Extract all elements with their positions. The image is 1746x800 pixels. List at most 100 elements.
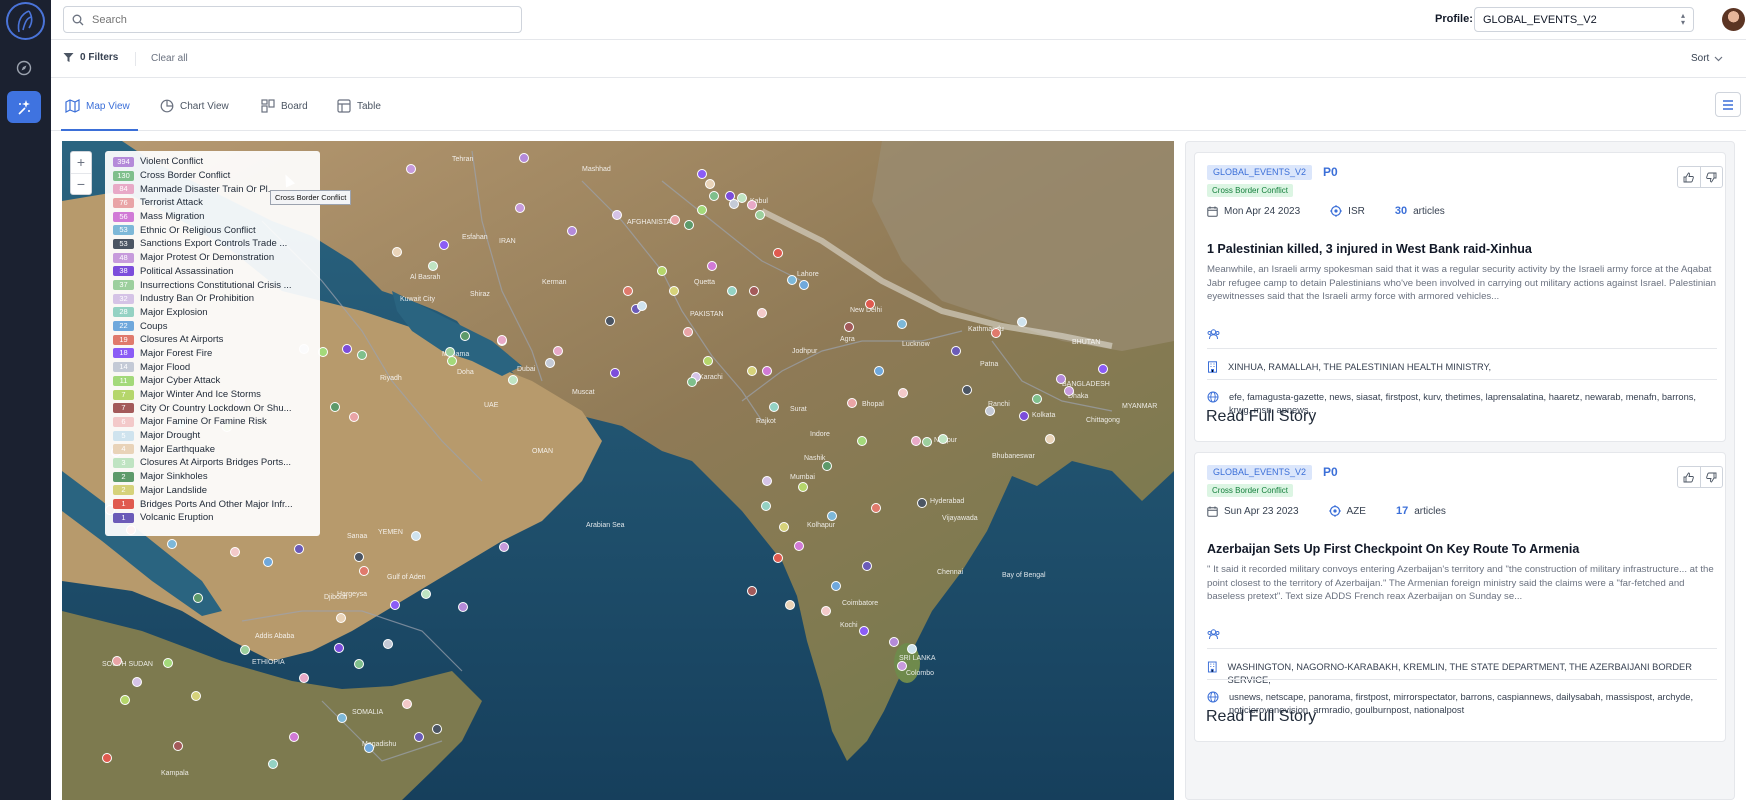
clear-all-link[interactable]: Clear all <box>151 53 188 64</box>
event-marker[interactable] <box>428 261 438 271</box>
legend-item[interactable]: 53 Ethnic Or Religious Conflict <box>113 223 320 237</box>
compass-nav-icon[interactable] <box>7 52 41 84</box>
event-marker[interactable] <box>112 656 122 666</box>
event-marker[interactable] <box>897 319 907 329</box>
event-marker[interactable] <box>762 366 772 376</box>
event-marker[interactable] <box>268 759 278 769</box>
event-marker[interactable] <box>336 613 346 623</box>
event-marker[interactable] <box>460 331 470 341</box>
event-marker[interactable] <box>458 602 468 612</box>
event-marker[interactable] <box>167 539 177 549</box>
event-title[interactable]: 1 Palestinian killed, 3 injured in West … <box>1207 242 1532 256</box>
event-marker[interactable] <box>120 695 130 705</box>
event-marker[interactable] <box>567 226 577 236</box>
event-marker[interactable] <box>299 673 309 683</box>
event-card[interactable]: GLOBAL_EVENTS_V2 P0 Cross Border Conflic… <box>1194 152 1726 442</box>
event-marker[interactable] <box>707 261 717 271</box>
app-logo-icon[interactable] <box>6 2 45 40</box>
event-marker[interactable] <box>605 316 615 326</box>
legend-item[interactable]: 32 Industry Ban Or Prohibition <box>113 292 320 306</box>
event-marker[interactable] <box>827 511 837 521</box>
event-marker[interactable] <box>545 358 555 368</box>
event-marker[interactable] <box>193 593 203 603</box>
event-marker[interactable] <box>357 350 367 360</box>
legend-item[interactable]: 4 Major Earthquake <box>113 442 320 456</box>
event-marker[interactable] <box>859 626 869 636</box>
legend-item[interactable]: 56 Mass Migration <box>113 210 320 224</box>
thumbs-up-icon[interactable] <box>1678 467 1701 487</box>
legend-item[interactable]: 53 Sanctions Export Controls Trade ... <box>113 237 320 251</box>
legend-item[interactable]: 28 Major Explosion <box>113 306 320 320</box>
event-marker[interactable] <box>874 366 884 376</box>
event-marker[interactable] <box>687 377 697 387</box>
event-marker[interactable] <box>497 335 507 345</box>
event-marker[interactable] <box>612 210 622 220</box>
event-marker[interactable] <box>755 210 765 220</box>
event-marker[interactable] <box>757 308 767 318</box>
legend-item[interactable]: 1 Volcanic Eruption <box>113 511 320 525</box>
event-marker[interactable] <box>230 547 240 557</box>
tab-map-view[interactable]: Map View <box>65 98 130 114</box>
event-marker[interactable] <box>132 677 142 687</box>
event-marker[interactable] <box>798 482 808 492</box>
event-marker[interactable] <box>334 643 344 653</box>
event-marker[interactable] <box>938 434 948 444</box>
legend-item[interactable]: 38 Political Assassination <box>113 265 320 279</box>
event-marker[interactable] <box>445 347 455 357</box>
event-marker[interactable] <box>354 552 364 562</box>
event-marker[interactable] <box>794 541 804 551</box>
event-marker[interactable] <box>779 522 789 532</box>
event-marker[interactable] <box>1056 374 1066 384</box>
legend-item[interactable]: 3 Closures At Airports Bridges Ports... <box>113 456 320 470</box>
event-marker[interactable] <box>822 461 832 471</box>
legend-item[interactable]: 22 Coups <box>113 319 320 333</box>
event-marker[interactable] <box>785 600 795 610</box>
event-marker[interactable] <box>553 346 563 356</box>
event-marker[interactable] <box>747 200 757 210</box>
event-marker[interactable] <box>669 286 679 296</box>
event-marker[interactable] <box>773 553 783 563</box>
event-marker[interactable] <box>670 215 680 225</box>
legend-item[interactable]: 6 Major Famine Or Famine Risk <box>113 415 320 429</box>
event-marker[interactable] <box>737 193 747 203</box>
event-marker[interactable] <box>364 743 374 753</box>
event-marker[interactable] <box>392 247 402 257</box>
legend-item[interactable]: 37 Insurrections Constitutional Crisis ..… <box>113 278 320 292</box>
zoom-in-button[interactable]: + <box>71 152 91 174</box>
event-marker[interactable] <box>402 699 412 709</box>
event-marker[interactable] <box>697 205 707 215</box>
event-marker[interactable] <box>294 544 304 554</box>
tab-table[interactable]: Table <box>337 98 381 114</box>
legend-item[interactable]: 2 Major Landslide <box>113 484 320 498</box>
read-full-story-button[interactable]: Read Full Story <box>1206 408 1716 426</box>
event-marker[interactable] <box>683 327 693 337</box>
event-marker[interactable] <box>623 286 633 296</box>
event-marker[interactable] <box>761 501 771 511</box>
event-marker[interactable] <box>1019 411 1029 421</box>
event-marker[interactable] <box>831 581 841 591</box>
event-marker[interactable] <box>727 286 737 296</box>
event-marker[interactable] <box>799 280 809 290</box>
event-marker[interactable] <box>769 402 779 412</box>
event-marker[interactable] <box>102 753 112 763</box>
legend-item[interactable]: 2 Major Sinkholes <box>113 470 320 484</box>
event-marker[interactable] <box>922 437 932 447</box>
events-nav-icon[interactable] <box>7 91 41 123</box>
event-marker[interactable] <box>519 153 529 163</box>
event-marker[interactable] <box>991 328 1001 338</box>
event-marker[interactable] <box>1017 317 1027 327</box>
event-marker[interactable] <box>985 406 995 416</box>
event-marker[interactable] <box>359 566 369 576</box>
event-marker[interactable] <box>240 645 250 655</box>
event-marker[interactable] <box>414 732 424 742</box>
event-marker[interactable] <box>383 639 393 649</box>
event-title[interactable]: Azerbaijan Sets Up First Checkpoint On K… <box>1207 542 1579 556</box>
event-marker[interactable] <box>263 557 273 567</box>
event-marker[interactable] <box>163 658 173 668</box>
event-marker[interactable] <box>773 248 783 258</box>
event-marker[interactable] <box>871 503 881 513</box>
event-marker[interactable] <box>421 589 431 599</box>
tab-chart-view[interactable]: Chart View <box>160 98 229 114</box>
event-marker[interactable] <box>191 691 201 701</box>
event-marker[interactable] <box>844 322 854 332</box>
